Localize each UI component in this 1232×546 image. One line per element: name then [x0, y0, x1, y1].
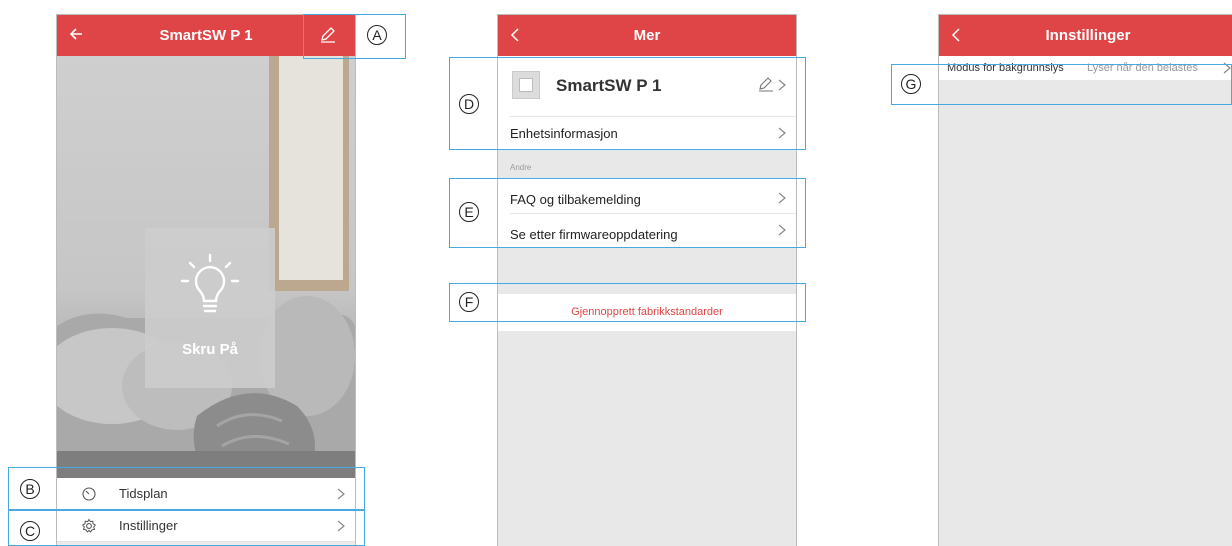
callout-box-c — [8, 510, 365, 546]
callout-box-d — [449, 57, 806, 150]
app-header: Mer — [498, 15, 796, 56]
callout-label-d: D — [459, 94, 479, 114]
callout-box-a — [303, 14, 406, 59]
callout-label-a: A — [367, 25, 387, 45]
callout-label-g: G — [901, 74, 921, 94]
callout-box-f — [449, 283, 806, 322]
callout-box-g — [891, 64, 1232, 105]
section-header: Andre — [510, 163, 532, 172]
callout-label-f: F — [459, 292, 479, 312]
power-toggle-label: Skru På — [182, 341, 238, 358]
callout-box-b — [8, 467, 365, 510]
callout-label-c: C — [20, 521, 40, 541]
page-title: Innstillinger — [1045, 27, 1131, 44]
light-bulb-icon — [180, 253, 240, 313]
power-toggle-tile[interactable]: Skru På — [145, 228, 275, 388]
callout-box-e — [449, 178, 806, 248]
callout-label-e: E — [459, 202, 479, 222]
room-background-image: Skru På — [57, 56, 355, 478]
page-title: Mer — [633, 27, 661, 44]
callout-label-b: B — [20, 479, 40, 499]
app-header: Innstillinger — [939, 15, 1232, 56]
